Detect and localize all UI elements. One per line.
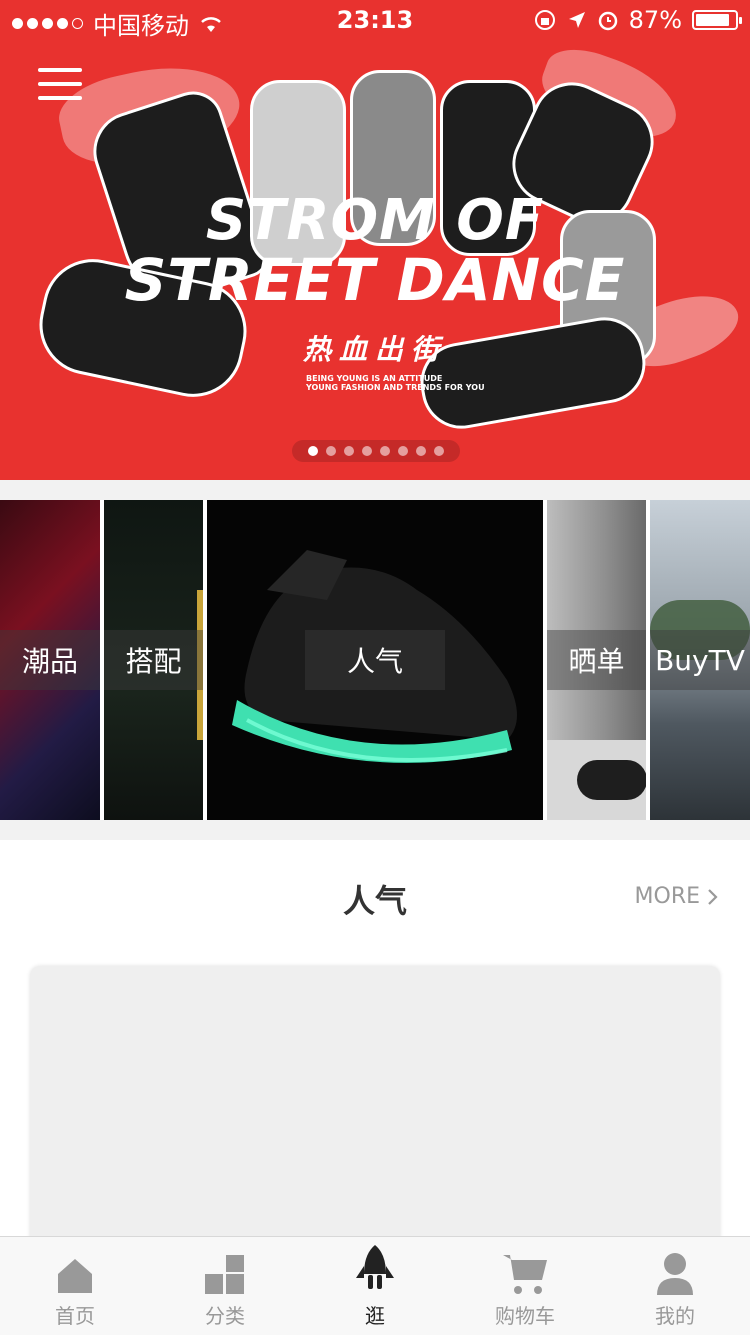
category-strip: 潮品 搭配 人气 晒单 BuyTV bbox=[0, 500, 750, 820]
category-label: 潮品 bbox=[0, 630, 100, 690]
tab-label: 购物车 bbox=[495, 1304, 555, 1328]
tab-profile[interactable]: 我的 bbox=[600, 1237, 750, 1335]
home-icon bbox=[58, 1259, 92, 1293]
tab-label: 逛 bbox=[365, 1304, 385, 1328]
category-label: 搭配 bbox=[104, 630, 203, 690]
pager-dot[interactable] bbox=[362, 446, 372, 456]
tab-bar: 首页 分类 逛 购物车 我的 bbox=[0, 1236, 750, 1335]
banner-headline-line2: STREET DANCE bbox=[124, 246, 626, 314]
tab-cart[interactable]: 购物车 bbox=[450, 1237, 600, 1335]
more-link[interactable]: MORE bbox=[635, 884, 720, 909]
banner-chinese-title: 热血出街 bbox=[302, 333, 447, 366]
tab-label: 首页 bbox=[55, 1304, 95, 1328]
tab-discover[interactable]: 逛 bbox=[300, 1237, 450, 1335]
banner-tagline-line2: YOUNG FASHION AND TRENDS FOR YOU bbox=[306, 383, 485, 392]
tab-home[interactable]: 首页 bbox=[0, 1237, 150, 1335]
pager-dot[interactable] bbox=[326, 446, 336, 456]
more-label: MORE bbox=[634, 884, 700, 909]
pager-dot[interactable] bbox=[416, 446, 426, 456]
banner-tagline: BEING YOUNG IS AN ATTITUDE YOUNG FASHION… bbox=[306, 374, 506, 392]
tab-category[interactable]: 分类 bbox=[150, 1237, 300, 1335]
banner-headline-line1: STROM OF bbox=[205, 188, 545, 253]
content-card[interactable] bbox=[30, 966, 720, 1256]
banner-tagline-line1: BEING YOUNG IS AN ATTITUDE bbox=[306, 374, 443, 383]
battery-percent: 87% bbox=[628, 6, 682, 34]
category-card-dapei[interactable]: 搭配 bbox=[104, 500, 203, 820]
rocket-icon bbox=[356, 1245, 394, 1289]
cart-icon bbox=[503, 1255, 547, 1294]
user-icon bbox=[657, 1253, 693, 1295]
pager-dot[interactable] bbox=[398, 446, 408, 456]
tab-label: 分类 bbox=[205, 1304, 245, 1328]
rotation-lock-icon bbox=[534, 10, 555, 30]
hero-banner[interactable]: STROM OF STREET DANCE 热血出街 BEING YOUNG I… bbox=[0, 0, 750, 480]
category-label: 人气 bbox=[305, 630, 445, 690]
tab-label: 我的 bbox=[655, 1304, 695, 1328]
carousel-pager[interactable] bbox=[292, 440, 460, 462]
pager-dot[interactable] bbox=[308, 446, 318, 456]
category-card-buytv[interactable]: BuyTV bbox=[650, 500, 750, 820]
category-card-shaidan[interactable]: 晒单 bbox=[547, 500, 646, 820]
category-card-chaopin[interactable]: 潮品 bbox=[0, 500, 100, 820]
pager-dot[interactable] bbox=[380, 446, 390, 456]
location-arrow-icon bbox=[568, 12, 585, 28]
status-bar: 中国移动 23:13 87% bbox=[0, 0, 750, 40]
category-label: 晒单 bbox=[547, 630, 646, 690]
category-icon bbox=[205, 1255, 244, 1294]
menu-icon[interactable] bbox=[38, 68, 82, 100]
category-label: BuyTV bbox=[650, 630, 750, 690]
battery-icon bbox=[692, 10, 742, 30]
pager-dot[interactable] bbox=[434, 446, 444, 456]
alarm-icon bbox=[598, 11, 617, 31]
category-card-renqi[interactable]: 人气 bbox=[207, 500, 543, 820]
popular-section: 人气 MORE bbox=[0, 840, 750, 1256]
pager-dot[interactable] bbox=[344, 446, 354, 456]
chevron-right-icon bbox=[708, 888, 718, 905]
